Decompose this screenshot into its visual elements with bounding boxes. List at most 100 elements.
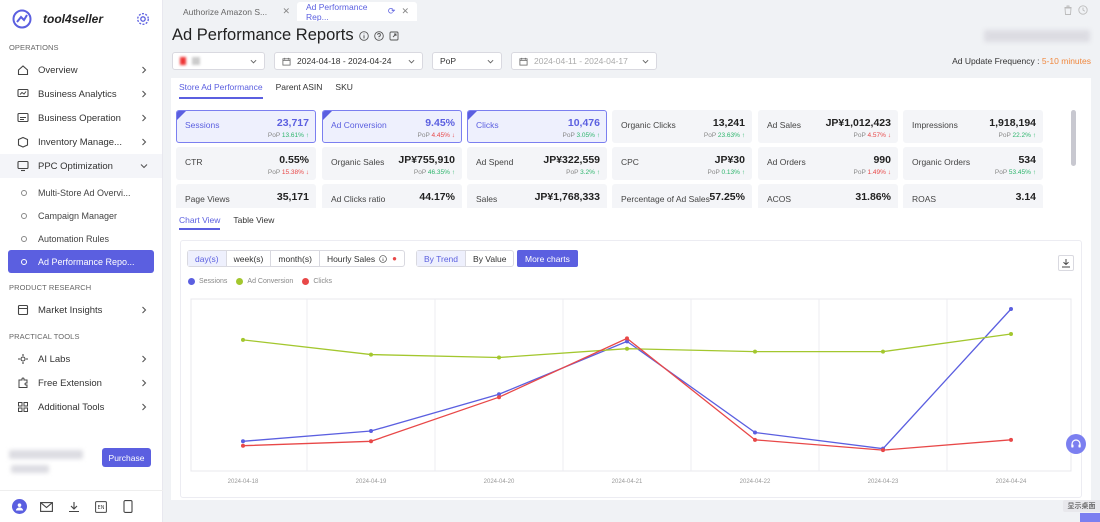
data-point[interactable] (625, 336, 629, 341)
gear-icon[interactable] (136, 12, 150, 26)
legend-item[interactable]: Clicks (302, 278, 332, 285)
data-point[interactable] (369, 429, 373, 434)
more-charts-button[interactable]: More charts (517, 250, 578, 267)
x-tick-label: 2024-04-20 (484, 479, 515, 485)
metric-card[interactable]: Ad Orders 990 PoP 1.49% ↓ (758, 147, 898, 180)
close-icon[interactable]: ✕ (282, 6, 290, 17)
tab-parent-asin[interactable]: Parent ASIN (276, 82, 323, 99)
compare-range-picker[interactable]: 2024-04-11 - 2024-04-17 (511, 52, 657, 70)
data-point[interactable] (1009, 437, 1013, 442)
metric-pop: PoP 3.2% ↑ (566, 169, 600, 176)
granularity-day[interactable]: day(s) (188, 251, 227, 266)
granularity-month[interactable]: month(s) (271, 251, 320, 266)
metric-card[interactable]: Ad Conversion 9.45% PoP 4.45% ↓ (322, 110, 462, 143)
granularity-hourly[interactable]: Hourly Sales ● (320, 251, 404, 266)
data-point[interactable] (881, 349, 885, 354)
metric-card[interactable]: CPC JP¥30 PoP 0.13% ↑ (612, 147, 752, 180)
tab-ad-performance[interactable]: Ad Performance Rep... ⟳ ✕ (297, 2, 417, 22)
download-icon[interactable] (66, 499, 81, 514)
chart-panel: day(s) week(s) month(s) Hourly Sales ● B… (180, 240, 1082, 498)
sidebar-subitem-automation-rules[interactable]: Automation Rules (0, 227, 162, 250)
metric-card[interactable]: ACOS 31.86% (758, 184, 898, 208)
legend-item[interactable]: Sessions (188, 278, 227, 285)
tab-authorize-amazon[interactable]: Authorize Amazon S... ✕ (163, 2, 298, 21)
mode-by-value[interactable]: By Value (466, 251, 513, 266)
tab-sku[interactable]: SKU (335, 82, 352, 99)
metric-pop: PoP 13.61% ↑ (268, 132, 309, 139)
data-point[interactable] (241, 439, 245, 444)
sidebar-item-ppc-optimization[interactable]: PPC Optimization (0, 154, 162, 178)
legend-item[interactable]: Ad Conversion (236, 278, 293, 285)
metric-card[interactable]: CTR 0.55% PoP 15.38% ↓ (176, 147, 316, 180)
support-button[interactable] (1066, 434, 1086, 454)
metrics-scrollbar[interactable] (1071, 110, 1076, 166)
data-point[interactable] (241, 337, 245, 342)
metric-card[interactable]: Clicks 10,476 PoP 3.05% ↑ (467, 110, 607, 143)
data-point[interactable] (369, 439, 373, 444)
metric-card[interactable]: Ad Spend JP¥322,559 PoP 3.2% ↑ (467, 147, 607, 180)
metric-value: 0.55% (279, 154, 309, 166)
data-point[interactable] (753, 430, 757, 435)
sidebar-item-market-insights[interactable]: Market Insights (0, 298, 162, 322)
info-icon[interactable] (358, 30, 369, 41)
data-point[interactable] (753, 349, 757, 354)
corner-widget[interactable] (1080, 513, 1100, 522)
mobile-icon[interactable] (120, 499, 135, 514)
sidebar-item-business-operation[interactable]: Business Operation (0, 106, 162, 130)
metric-card[interactable]: Ad Clicks ratio 44.17% (322, 184, 462, 208)
page-title-row: Ad Performance Reports (172, 26, 399, 45)
metric-card[interactable]: Sales JP¥1,768,333 (467, 184, 607, 208)
language-icon[interactable]: EN (93, 499, 108, 514)
data-point[interactable] (369, 352, 373, 357)
data-point[interactable] (497, 395, 501, 400)
metric-card[interactable]: Page Views 35,171 (176, 184, 316, 208)
mail-icon[interactable] (39, 499, 54, 514)
sidebar-item-overview[interactable]: Overview (0, 58, 162, 82)
download-chart-button[interactable] (1058, 255, 1074, 271)
sidebar-item-free-extension[interactable]: Free Extension (0, 371, 162, 395)
metric-card[interactable]: ROAS 3.14 (903, 184, 1043, 208)
data-point[interactable] (1009, 307, 1013, 311)
avatar[interactable] (12, 499, 27, 514)
data-point[interactable] (753, 437, 757, 442)
help-icon[interactable] (373, 30, 384, 41)
tab-bar: Authorize Amazon S... ✕ Ad Performance R… (163, 0, 1100, 22)
compare-mode-select[interactable]: PoP (432, 52, 502, 70)
sidebar-item-business-analytics[interactable]: Business Analytics (0, 82, 162, 106)
mode-by-trend[interactable]: By Trend (417, 251, 467, 266)
data-point[interactable] (881, 448, 885, 453)
external-link-icon[interactable] (389, 31, 399, 41)
date-range-picker[interactable]: 2024-04-18 - 2024-04-24 (274, 52, 423, 70)
metric-card[interactable]: Organic Orders 534 PoP 53.45% ↑ (903, 147, 1043, 180)
data-point[interactable] (497, 355, 501, 360)
metric-card[interactable]: Organic Sales JP¥755,910 PoP 46.35% ↑ (322, 147, 462, 180)
tab-chart-view[interactable]: Chart View (179, 215, 221, 230)
data-point[interactable] (1009, 331, 1013, 336)
metric-card[interactable]: Impressions 1,918,194 PoP 22.2% ↑ (903, 110, 1043, 143)
metric-card[interactable]: Organic Clicks 13,241 PoP 23.63% ↑ (612, 110, 752, 143)
purchase-button[interactable]: Purchase (102, 448, 151, 467)
pop-value: 1.49% (867, 169, 886, 176)
metric-card[interactable]: Sessions 23,717 PoP 13.61% ↑ (176, 110, 316, 143)
data-point[interactable] (241, 443, 245, 448)
metric-card[interactable]: Percentage of Ad Sales 57.25% (612, 184, 752, 208)
granularity-week[interactable]: week(s) (227, 251, 272, 266)
sidebar-item-inventory[interactable]: Inventory Manage... (0, 130, 162, 154)
chevron-right-icon (142, 306, 147, 314)
close-icon[interactable]: ✕ (401, 6, 409, 17)
tab-store-ad-performance[interactable]: Store Ad Performance (179, 82, 263, 99)
data-point[interactable] (625, 346, 629, 351)
sidebar-item-ai-labs[interactable]: AI Labs (0, 347, 162, 371)
tab-table-view[interactable]: Table View (233, 215, 274, 230)
sidebar-item-additional-tools[interactable]: Additional Tools (0, 395, 162, 419)
clock-icon[interactable] (1078, 5, 1088, 15)
sidebar-subitem-ad-performance[interactable]: Ad Performance Repo... (8, 250, 154, 273)
metric-card[interactable]: Ad Sales JP¥1,012,423 PoP 4.57% ↓ (758, 110, 898, 143)
refresh-icon[interactable]: ⟳ (388, 6, 396, 17)
sidebar-subitem-campaign-manager[interactable]: Campaign Manager (0, 204, 162, 227)
marketplace-select[interactable] (172, 52, 265, 70)
show-desktop-button[interactable]: 显示桌面 (1063, 500, 1100, 512)
svg-text:EN: EN (97, 505, 104, 511)
trash-icon[interactable] (1063, 5, 1073, 15)
sidebar-subitem-multi-store[interactable]: Multi-Store Ad Overvi... (0, 181, 162, 204)
